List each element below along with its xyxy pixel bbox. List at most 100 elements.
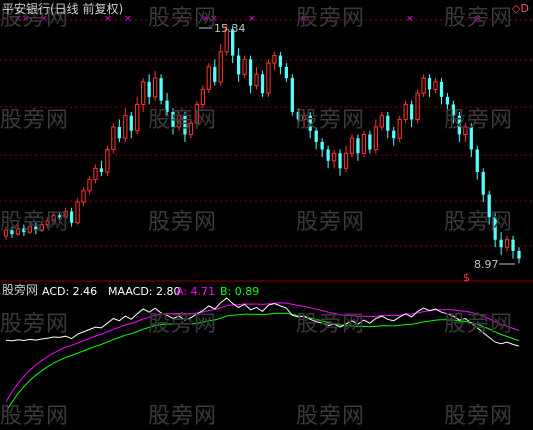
up-candle (421, 74, 426, 97)
candle-body (349, 137, 355, 154)
candle-body (111, 126, 116, 151)
candle-body (260, 74, 265, 94)
watermark: 股旁网 (0, 404, 70, 429)
candle-body (272, 55, 277, 64)
up-candle (361, 130, 367, 158)
candle-body (409, 104, 414, 120)
watermark: 股旁网 (296, 404, 366, 429)
up-candle (206, 63, 211, 94)
indicator-acd-value: ACD: 2.46 (42, 285, 98, 298)
watermark: 股旁网 (148, 6, 218, 31)
up-candle (415, 89, 420, 124)
indicator-b-value: B: 0.89 (220, 285, 260, 298)
indicator-maacd-value: MAACD: 2.80 (108, 285, 181, 298)
candle-body (415, 92, 420, 120)
candle-body (475, 149, 479, 173)
candle-body (338, 153, 342, 169)
up-candle (403, 100, 408, 124)
candle-body (93, 167, 98, 181)
candle-body (421, 77, 426, 94)
watermark: 股旁网 (296, 6, 366, 31)
candle-body (141, 81, 146, 105)
candle-body (433, 81, 438, 90)
candle-body (123, 115, 128, 139)
candle-body (99, 168, 104, 173)
up-candle (349, 134, 355, 158)
candle-body (117, 126, 121, 139)
signal-marker: × (406, 14, 414, 24)
candle-body (135, 103, 140, 132)
candle-body (361, 133, 367, 154)
candle-body (481, 172, 485, 195)
candle-body (290, 78, 294, 112)
candle-body (242, 58, 247, 75)
candle-body (206, 66, 211, 90)
candle-body (248, 59, 253, 86)
candle-body (152, 77, 158, 98)
up-candle (397, 115, 402, 142)
candle-body (129, 115, 133, 131)
watermark: 股旁网 (444, 108, 514, 133)
candle-body (331, 152, 337, 162)
candle-body (159, 78, 163, 101)
watermark: 股旁网 (0, 210, 70, 235)
candle-body (213, 66, 217, 82)
candle-body (343, 152, 349, 169)
indicator-a-value: A: 4.71 (176, 285, 216, 298)
watermark: 股旁网 (444, 6, 514, 31)
candle-body (517, 250, 521, 259)
candle-body (386, 115, 390, 131)
candle-body (278, 55, 283, 67)
candle-body (147, 81, 151, 97)
candle-body (87, 179, 92, 192)
down-candle (260, 70, 265, 97)
watermark: 股旁网 (296, 210, 366, 235)
watermark: 股旁网 (444, 404, 514, 429)
up-candle (75, 198, 80, 225)
up-candle (266, 59, 271, 97)
down-candle (159, 74, 163, 105)
candle-body (105, 149, 110, 173)
watermark: 股旁网 (0, 312, 70, 337)
candle-body (266, 62, 271, 94)
candle-body (320, 141, 324, 150)
candle-body (326, 149, 330, 161)
candle-body (75, 201, 80, 224)
chart-title: 平安银行(日线 前复权) (2, 2, 124, 16)
candle-body (504, 239, 510, 248)
watermark: 股旁网 (444, 210, 514, 235)
watermark: 股旁网 (0, 108, 70, 133)
price-high-label: 15.34 (214, 22, 246, 35)
candle-body (427, 78, 432, 90)
up-candle (111, 123, 116, 154)
candle-body (499, 239, 503, 248)
signal-marker: × (248, 14, 256, 24)
candle-body (368, 134, 372, 150)
candle-body (69, 211, 74, 223)
candle-body (254, 73, 259, 87)
candle-body (81, 190, 86, 203)
up-candle (242, 55, 247, 79)
watermark: 股旁网 (148, 404, 218, 429)
watermark: 股旁网 (148, 312, 218, 337)
candle-body (379, 115, 384, 128)
watermark: 股旁网 (296, 312, 366, 337)
watermark: 股旁网 (296, 108, 366, 133)
price-low-label: 8.97 (474, 258, 499, 271)
up-candle (105, 145, 110, 176)
candle-body (218, 51, 223, 83)
down-candle (290, 74, 294, 116)
dollar-marker: $ (463, 271, 470, 284)
candle-body (356, 138, 360, 154)
candle-body (403, 103, 408, 120)
candle-body (511, 239, 515, 251)
candle-body (397, 118, 402, 139)
candle-body (236, 55, 241, 75)
indicator-name: 股旁网 (2, 283, 39, 297)
candle-body (439, 81, 444, 97)
top-right-markers: ◇D (512, 2, 529, 15)
signal-marker: × (124, 14, 132, 24)
watermark: 股旁网 (148, 108, 218, 133)
watermark: 股旁网 (148, 210, 218, 235)
watermark: 股旁网 (444, 312, 514, 337)
